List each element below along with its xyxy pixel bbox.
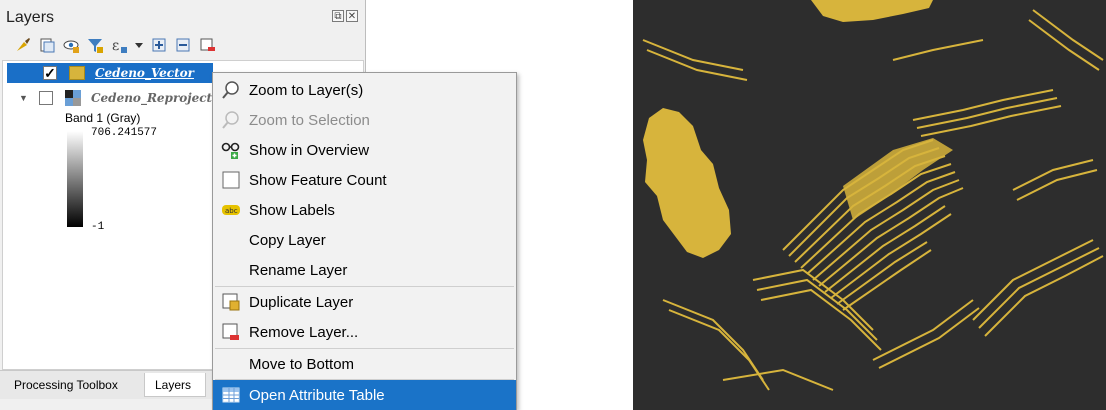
raster-layer-icon: [65, 90, 81, 106]
table-icon: [221, 385, 241, 405]
filter-icon[interactable]: [86, 36, 104, 54]
menu-show-feature-count[interactable]: Show Feature Count: [213, 165, 516, 195]
float-panel-button[interactable]: ⧉: [332, 10, 344, 22]
expand-all-icon[interactable]: [150, 36, 168, 54]
visibility-eye-icon[interactable]: [62, 36, 80, 54]
duplicate-layer-icon: [221, 292, 241, 312]
legend-max-value: 706.241577: [91, 127, 158, 139]
layer-row-cedeno-vector[interactable]: ✓ Cedeno_Vector: [7, 63, 213, 83]
checkbox-icon: [221, 170, 241, 190]
raster-layer-checkbox[interactable]: [39, 91, 53, 105]
menu-rename-layer[interactable]: Rename Layer: [213, 255, 516, 285]
raster-layer-label[interactable]: Cedeno_Reproject: [91, 91, 212, 105]
svg-text:abc: abc: [225, 207, 238, 215]
gray-gradient-legend: [67, 131, 83, 227]
menu-label: Show in Overview: [249, 141, 370, 159]
menu-remove-layer[interactable]: Remove Layer...: [213, 317, 516, 347]
tab-layers[interactable]: Layers: [144, 373, 206, 397]
menu-duplicate-layer[interactable]: Duplicate Layer: [213, 287, 516, 317]
menu-label: Remove Layer...: [249, 323, 359, 341]
style-brush-icon[interactable]: [14, 36, 32, 54]
menu-label: Open Attribute Table: [249, 386, 385, 404]
menu-label: Duplicate Layer: [249, 293, 354, 311]
collapse-all-icon[interactable]: [174, 36, 192, 54]
vector-layer-checkbox[interactable]: ✓: [43, 66, 57, 80]
vector-layer-label: Cedeno_Vector: [95, 66, 194, 80]
svg-text:ε: ε: [112, 38, 119, 54]
menu-label: Zoom to Layer(s): [249, 81, 364, 99]
menu-label: Move to Bottom: [249, 355, 355, 373]
overview-glasses-icon: [221, 140, 241, 160]
menu-zoom-to-selection[interactable]: Zoom to Selection: [213, 105, 516, 135]
expression-filter-icon[interactable]: ε: [110, 36, 128, 54]
menu-label: Copy Layer: [249, 231, 326, 249]
menu-zoom-to-layers[interactable]: Zoom to Layer(s): [213, 75, 516, 105]
panel-title: Layers: [6, 9, 55, 26]
menu-move-to-bottom[interactable]: Move to Bottom: [213, 349, 516, 379]
legend-min-value: -1: [91, 221, 105, 233]
menu-label: Zoom to Selection: [249, 111, 370, 129]
vector-symbol-swatch: [69, 66, 85, 80]
dropdown-arrow-icon[interactable]: [134, 36, 144, 54]
menu-label: Rename Layer: [249, 261, 348, 279]
layer-context-menu: Zoom to Layer(s) Zoom to Selection Show …: [212, 72, 517, 410]
map-features: [633, 0, 1106, 410]
zoom-icon: [221, 80, 241, 100]
layers-toolbar: ε: [14, 34, 216, 56]
remove-layer-icon: [221, 322, 241, 342]
menu-open-attribute-table[interactable]: Open Attribute Table: [213, 380, 516, 410]
menu-show-in-overview[interactable]: Show in Overview: [213, 135, 516, 165]
labels-abc-icon: abc: [221, 200, 241, 220]
zoom-selection-icon: [221, 110, 241, 130]
expand-arrow-icon[interactable]: ▼: [19, 93, 28, 103]
tab-processing-toolbox[interactable]: Processing Toolbox: [4, 373, 128, 397]
add-group-icon[interactable]: [38, 36, 56, 54]
menu-copy-layer[interactable]: Copy Layer: [213, 225, 516, 255]
map-canvas[interactable]: [633, 0, 1106, 410]
menu-show-labels[interactable]: abc Show Labels: [213, 195, 516, 225]
close-panel-button[interactable]: ✕: [346, 10, 358, 22]
band-label: Band 1 (Gray): [65, 111, 141, 125]
menu-label: Show Feature Count: [249, 171, 387, 189]
remove-layer-icon[interactable]: [198, 36, 216, 54]
menu-label: Show Labels: [249, 201, 335, 219]
